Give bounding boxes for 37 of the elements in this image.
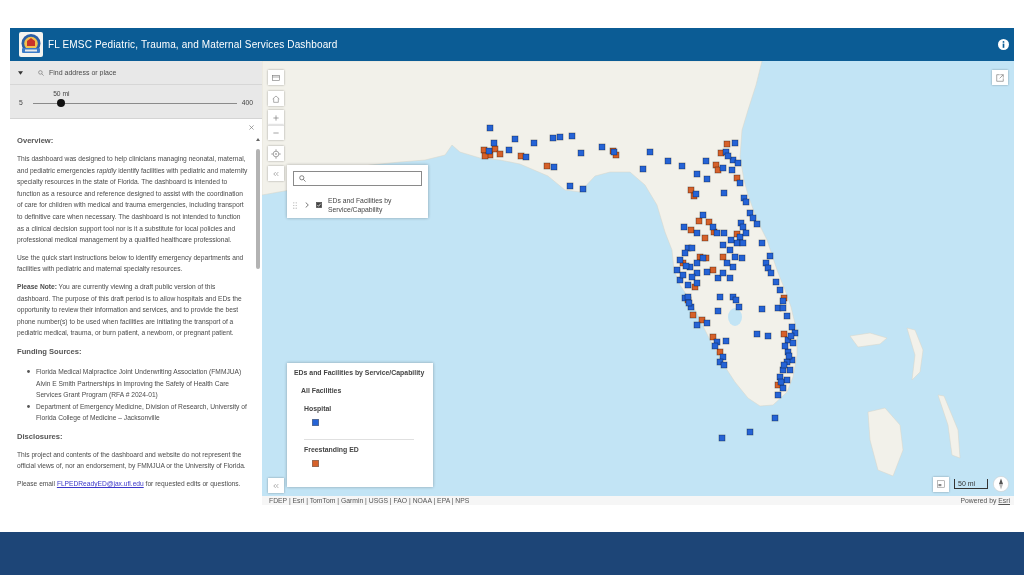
window-icon [272, 73, 280, 82]
locate-button[interactable] [268, 146, 284, 161]
home-button[interactable] [268, 91, 284, 106]
layer-search-field[interactable] [293, 171, 422, 186]
close-icon[interactable] [249, 125, 254, 130]
slider-thumb[interactable] [57, 99, 66, 107]
search-icon [38, 69, 44, 76]
scroll-up-icon[interactable] [256, 138, 260, 141]
double-chevron-icon [273, 482, 279, 489]
chevron-icon[interactable] [305, 202, 309, 208]
checkbox[interactable] [316, 202, 322, 208]
drag-handle-icon[interactable] [293, 201, 297, 209]
compass-icon[interactable] [993, 476, 1009, 492]
layer-list-button[interactable] [268, 70, 284, 85]
lake-area [728, 308, 742, 326]
info-icon[interactable] [998, 39, 1009, 50]
hospital-marker-series[interactable] [485, 124, 799, 442]
collapse-button[interactable] [268, 166, 284, 181]
zoom-in-button[interactable] [268, 110, 284, 125]
home-icon [272, 94, 280, 103]
caret-icon[interactable] [18, 70, 23, 75]
search-icon [299, 175, 306, 182]
locate-icon [271, 148, 281, 159]
bullet-icon [27, 405, 30, 408]
bullet-icon [27, 370, 30, 374]
panel-icon [937, 480, 945, 488]
emblem-logo [19, 32, 43, 57]
collapse-button[interactable] [268, 478, 284, 493]
scrollbar-thumb[interactable] [256, 149, 260, 269]
zoom-out-icon [273, 130, 279, 136]
zoom-out-button[interactable] [268, 125, 284, 140]
export-icon [996, 73, 1004, 82]
freestanding-ed-marker-series[interactable] [480, 140, 788, 389]
dashboard-title: FL EMSC Pediatric, Trauma, and Maternal Services Dashboard [48, 39, 338, 50]
double-chevron-icon [273, 170, 279, 177]
zoom-in-icon [273, 114, 279, 121]
export-button[interactable] [992, 70, 1008, 85]
